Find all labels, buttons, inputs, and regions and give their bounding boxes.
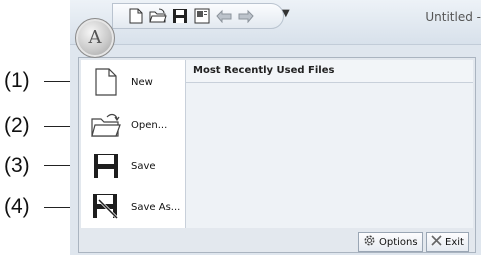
options-label: Options — [379, 236, 418, 248]
menu-item-save[interactable]: Save — [81, 146, 185, 186]
customize-toolbar-chevron-icon[interactable]: ▼ — [282, 8, 290, 19]
save-disk-icon — [89, 149, 123, 183]
menu-item-open[interactable]: Open... — [81, 105, 185, 145]
application-button[interactable]: A — [75, 18, 115, 58]
title-bar: ▼ Untitled - — [70, 0, 481, 45]
callout-1: (1) — [4, 69, 30, 92]
menu-commands-panel: New Open... Save Save As... — [81, 60, 186, 228]
callout-2: (2) — [4, 114, 30, 137]
close-icon — [431, 235, 442, 249]
redo-icon[interactable] — [237, 7, 255, 25]
menu-item-save-as-label: Save As... — [131, 201, 181, 213]
menu-item-new-label: New — [131, 76, 153, 88]
menu-item-new[interactable]: New — [81, 62, 185, 102]
exit-button[interactable]: Exit — [426, 232, 469, 252]
save-as-icon — [89, 190, 123, 224]
save-disk-icon[interactable] — [171, 7, 189, 25]
quick-access-toolbar — [112, 3, 284, 29]
recent-files-title: Most Recently Used Files — [186, 60, 473, 83]
menu-item-save-label: Save — [131, 160, 156, 172]
open-folder-icon — [89, 108, 123, 142]
new-doc-icon[interactable] — [127, 7, 145, 25]
undo-icon[interactable] — [215, 7, 233, 25]
recent-files-panel: Most Recently Used Files — [186, 60, 473, 228]
print-preview-icon[interactable] — [193, 7, 211, 25]
new-document-icon — [89, 65, 123, 99]
options-button[interactable]: Options — [358, 232, 423, 252]
callout-3: (3) — [4, 154, 30, 177]
exit-label: Exit — [445, 236, 464, 248]
window-title: Untitled - — [425, 10, 481, 24]
application-window: ▼ Untitled - A New Open... Save Save As.… — [70, 0, 481, 255]
menu-footer: Options Exit — [79, 230, 475, 252]
application-menu: New Open... Save Save As... Most Recentl… — [78, 57, 476, 253]
callout-4: (4) — [4, 195, 30, 218]
menu-item-open-label: Open... — [131, 119, 168, 131]
open-folder-icon[interactable] — [149, 7, 167, 25]
menu-item-save-as[interactable]: Save As... — [81, 187, 185, 227]
gear-icon — [363, 234, 376, 250]
